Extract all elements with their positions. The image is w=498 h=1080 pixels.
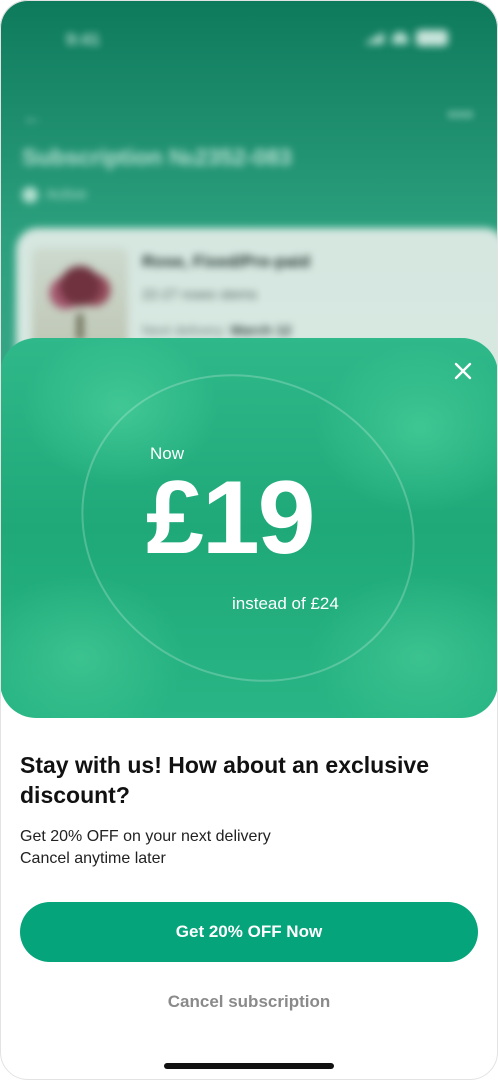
card-next-delivery: Next delivery: March 12	[142, 322, 291, 338]
cancel-subscription-link[interactable]: Cancel subscription	[0, 992, 498, 1012]
home-indicator	[164, 1063, 334, 1069]
signal-icon	[364, 32, 384, 44]
card-product-subtitle: 22-27 roses stems	[142, 286, 258, 302]
offer-line-1: Get 20% OFF on your next delivery	[20, 828, 271, 845]
offer-description: Get 20% OFF on your next delivery Cancel…	[20, 826, 271, 870]
close-icon	[454, 362, 472, 380]
battery-icon	[416, 30, 448, 46]
offer-line-2: Cancel anytime later	[20, 850, 166, 867]
promo-price: £19	[146, 460, 316, 576]
bouquet-stem	[77, 314, 83, 340]
next-delivery-value: March 12	[230, 322, 292, 338]
subscription-status: Active	[22, 186, 87, 203]
status-bar: 9:41	[0, 0, 498, 80]
wifi-icon	[392, 32, 408, 44]
back-arrow-icon: ←	[22, 104, 44, 129]
next-delivery-label: Next delivery:	[142, 322, 227, 338]
status-label: Active	[46, 186, 87, 203]
promo-original-price: instead of £24	[232, 594, 339, 613]
more-icon: •••	[447, 102, 474, 127]
status-time: 9:41	[66, 30, 101, 49]
subscription-title: Subscription №2352-083	[22, 144, 292, 170]
get-discount-button[interactable]: Get 20% OFF Now	[20, 902, 478, 962]
card-product-name: Rose, Fixed/Pre-paid	[142, 252, 311, 271]
status-dot-icon	[22, 186, 38, 203]
promo-hero: Now £19 instead of £24	[0, 338, 498, 718]
offer-heading: Stay with us! How about an exclusive dis…	[20, 752, 429, 808]
close-button[interactable]	[450, 358, 476, 384]
status-icons	[364, 30, 448, 46]
